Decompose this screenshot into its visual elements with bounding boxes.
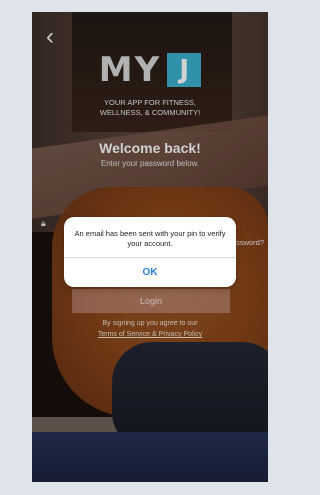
alert-message: An email has been sent with your pin to … [74, 229, 226, 248]
alert-dialog: An email has been sent with your pin to … [64, 217, 236, 287]
app-screen: ‹ MY J YOUR APP FOR FITNESS, WELLNESS, & … [32, 12, 268, 482]
alert-ok-button[interactable]: OK [64, 258, 236, 287]
